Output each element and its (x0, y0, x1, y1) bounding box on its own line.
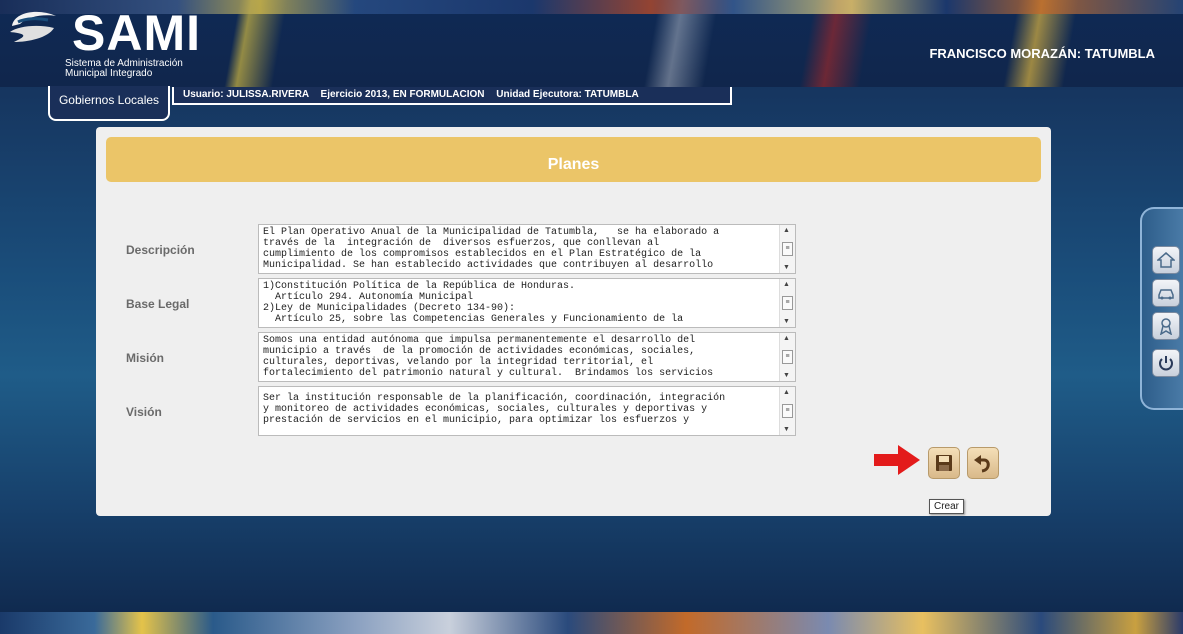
scroll-up-icon[interactable]: ▲ (783, 281, 790, 288)
header-banner: SAMI Sistema de Administración Municipal… (0, 0, 1183, 87)
scroll-thumb[interactable]: ≡ (782, 242, 793, 256)
mision-text: Somos una entidad autónoma que impulsa p… (263, 335, 714, 379)
nav-home-button[interactable] (1152, 246, 1180, 274)
footer-decorative-strip (0, 612, 1183, 634)
session-info-bar: Usuario: JULISSA.RIVERA Ejercicio 2013, … (172, 87, 732, 105)
vision-text: Ser la institución responsable de la pla… (263, 393, 726, 426)
save-button[interactable] (928, 447, 960, 479)
scroll-down-icon[interactable]: ▼ (783, 318, 790, 325)
planes-panel: Planes Descripción El Plan Operativo Anu… (96, 127, 1051, 516)
base-legal-label: Base Legal (126, 297, 190, 311)
scroll-thumb[interactable]: ≡ (782, 296, 793, 310)
floppy-disk-icon (936, 455, 952, 471)
vision-textarea[interactable]: Ser la institución responsable de la pla… (258, 386, 796, 436)
vision-label: Visión (126, 405, 162, 419)
award-ribbon-icon (1159, 318, 1173, 335)
logo-title: SAMI (72, 5, 201, 61)
tab-gobiernos-locales[interactable]: Gobiernos Locales (48, 86, 170, 121)
car-icon (1158, 289, 1174, 300)
municipality-name: FRANCISCO MORAZÁN: TATUMBLA (929, 46, 1155, 61)
base-legal-scrollbar[interactable]: ▲ ≡ ▼ (779, 279, 795, 327)
scroll-up-icon[interactable]: ▲ (783, 227, 790, 234)
base-legal-textarea[interactable]: 1)Constitución Política de la República … (258, 278, 796, 328)
descripcion-label: Descripción (126, 243, 195, 257)
power-icon (1159, 356, 1173, 371)
base-legal-text: 1)Constitución Política de la República … (263, 281, 684, 325)
scroll-thumb[interactable]: ≡ (782, 404, 793, 418)
descripcion-scrollbar[interactable]: ▲ ≡ ▼ (779, 225, 795, 273)
nav-power-button[interactable] (1152, 349, 1180, 377)
scroll-down-icon[interactable]: ▼ (783, 264, 790, 271)
sami-logo: SAMI Sistema de Administración Municipal… (8, 5, 201, 86)
logo-subtitle-line2: Municipal Integrado (65, 68, 153, 79)
undo-arrow-icon (974, 455, 990, 473)
scroll-down-icon[interactable]: ▼ (783, 426, 790, 433)
scroll-up-icon[interactable]: ▲ (783, 389, 790, 396)
descripcion-text: El Plan Operativo Anual de la Municipali… (263, 227, 720, 271)
executing-unit-info: Unidad Ejecutora: TATUMBLA (496, 89, 639, 100)
nav-award-button[interactable] (1152, 312, 1180, 340)
mision-scrollbar[interactable]: ▲ ≡ ▼ (779, 333, 795, 381)
vision-scrollbar[interactable]: ▲ ≡ ▼ (779, 387, 795, 435)
user-info: Usuario: JULISSA.RIVERA (183, 89, 309, 100)
scroll-up-icon[interactable]: ▲ (783, 335, 790, 342)
panel-title: Planes (106, 137, 1041, 182)
mision-label: Misión (126, 351, 164, 365)
side-navigation (1140, 207, 1183, 410)
sami-logo-icon (10, 11, 56, 42)
scroll-thumb[interactable]: ≡ (782, 350, 793, 364)
nav-car-button[interactable] (1152, 279, 1180, 307)
descripcion-textarea[interactable]: El Plan Operativo Anual de la Municipali… (258, 224, 796, 274)
home-icon (1157, 252, 1175, 268)
undo-button[interactable] (967, 447, 999, 479)
save-tooltip: Crear (929, 499, 965, 514)
scroll-down-icon[interactable]: ▼ (783, 372, 790, 379)
mision-textarea[interactable]: Somos una entidad autónoma que impulsa p… (258, 332, 796, 382)
fiscal-year-info: Ejercicio 2013, EN FORMULACION (320, 89, 485, 100)
red-arrow-icon (874, 445, 920, 475)
